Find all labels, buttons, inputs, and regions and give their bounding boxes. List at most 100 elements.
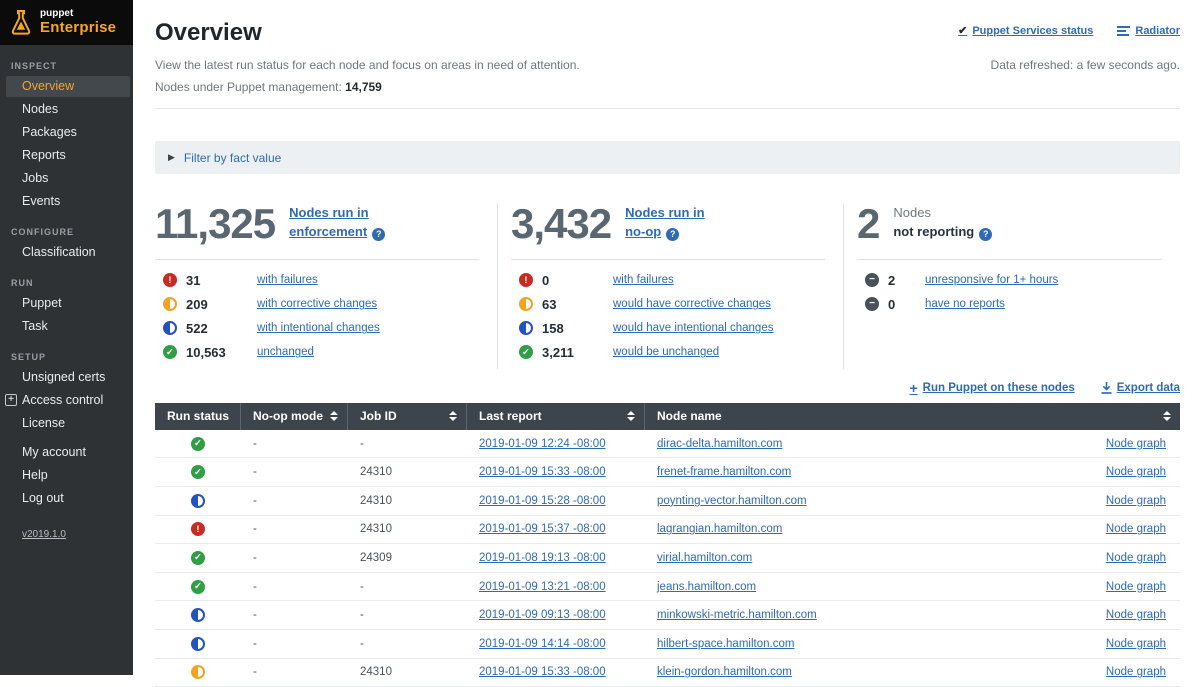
stat-breakdown-link[interactable]: would have corrective changes: [613, 298, 771, 310]
last-report-link[interactable]: 2019-01-09 15:28 -08:00: [479, 495, 606, 507]
stat-title-link[interactable]: no-op: [625, 224, 661, 239]
node-graph-link[interactable]: Node graph: [1106, 609, 1166, 621]
node-graph-link[interactable]: Node graph: [1106, 438, 1166, 450]
failure-status-icon: !: [163, 273, 177, 287]
column-header-last-report[interactable]: Last report: [467, 403, 645, 430]
sidebar-item-nodes[interactable]: + Nodes: [0, 99, 133, 120]
table-row: - - 2019-01-09 09:13 -08:00 minkowski-me…: [155, 601, 1180, 630]
node-name-link[interactable]: dirac-delta.hamilton.com: [657, 438, 782, 450]
filter-by-fact-toggle[interactable]: ▶ Filter by fact value: [155, 141, 1180, 174]
stat-title: Nodes run in enforcement?: [289, 204, 385, 242]
job-id-cell: 24309: [348, 552, 467, 564]
sidebar-section: RUN + Puppet + Task: [0, 265, 133, 337]
node-graph-link[interactable]: Node graph: [1106, 495, 1166, 507]
last-report-link[interactable]: 2019-01-09 15:33 -08:00: [479, 466, 606, 478]
sidebar-item-reports[interactable]: + Reports: [0, 145, 133, 166]
stat-breakdown-link[interactable]: unchanged: [257, 346, 314, 358]
sidebar-section: INSPECT + Overview + Nodes + Packages + …: [0, 48, 133, 212]
node-name-link[interactable]: klein-gordon.hamilton.com: [657, 666, 792, 678]
sidebar-item-access-control[interactable]: + Access control: [0, 390, 133, 411]
sidebar-item-jobs[interactable]: + Jobs: [0, 168, 133, 189]
stat-title-text: not reporting: [893, 224, 974, 239]
stat-breakdown-row: 158 would have intentional changes: [519, 321, 843, 336]
intentional-status-icon: [519, 321, 533, 335]
node-name-link[interactable]: virial.hamilton.com: [657, 552, 752, 564]
stat-block: 2 Nodesnot reporting? − 2 unresponsive f…: [843, 204, 1180, 369]
stat-breakdown-row: − 2 unresponsive for 1+ hours: [865, 273, 1180, 288]
sidebar-item-unsigned-certs[interactable]: + Unsigned certs: [0, 367, 133, 388]
node-name-link[interactable]: minkowski-metric.hamilton.com: [657, 609, 817, 621]
export-data-link[interactable]: Export data: [1101, 382, 1180, 394]
nodes-under-management: Nodes under Puppet management: 14,759: [155, 80, 1180, 94]
run-puppet-link[interactable]: + Run Puppet on these nodes: [909, 382, 1074, 394]
column-header-run-status: Run status: [155, 403, 241, 430]
node-graph-link[interactable]: Node graph: [1106, 581, 1166, 593]
node-name-link[interactable]: frenet-frame.hamilton.com: [657, 466, 791, 478]
node-graph-link[interactable]: Node graph: [1106, 466, 1166, 478]
last-report-link[interactable]: 2019-01-09 14:14 -08:00: [479, 638, 606, 650]
sort-icon[interactable]: [627, 411, 635, 421]
node-graph-link[interactable]: Node graph: [1106, 666, 1166, 678]
help-icon[interactable]: ?: [372, 228, 385, 241]
sidebar-item-events[interactable]: + Events: [0, 191, 133, 212]
sidebar-item-puppet[interactable]: + Puppet: [0, 293, 133, 314]
noop-mode-cell: -: [241, 438, 348, 450]
stat-breakdown-link[interactable]: with failures: [257, 274, 318, 286]
sidebar-item-label: Jobs: [22, 171, 48, 185]
stat-block: 3,432 Nodes run inno-op? ! 0 with failur…: [497, 204, 843, 369]
stat-title-link[interactable]: Nodes run in: [289, 205, 368, 220]
last-report-link[interactable]: 2019-01-08 19:13 -08:00: [479, 552, 606, 564]
sidebar-item-classification[interactable]: + Classification: [0, 242, 133, 263]
stat-breakdown-link[interactable]: with failures: [613, 274, 674, 286]
stat-count: 209: [186, 297, 248, 312]
puppet-services-status-link[interactable]: ✔ Puppet Services status: [958, 24, 1093, 37]
table-row: ✓ - - 2019-01-09 12:24 -08:00 dirac-delt…: [155, 430, 1180, 459]
last-report-link[interactable]: 2019-01-09 13:21 -08:00: [479, 581, 606, 593]
sort-icon[interactable]: [1163, 411, 1171, 421]
last-report-link[interactable]: 2019-01-09 09:13 -08:00: [479, 609, 606, 621]
table-header: Run status No-op mode Job ID Last report…: [155, 403, 1180, 430]
node-name-link[interactable]: jeans.hamilton.com: [657, 581, 756, 593]
last-report-link[interactable]: 2019-01-09 15:33 -08:00: [479, 666, 606, 678]
sort-icon[interactable]: [449, 411, 457, 421]
stat-breakdown-link[interactable]: would be unchanged: [613, 346, 719, 358]
node-name-link[interactable]: lagrangian.hamilton.com: [657, 523, 782, 535]
last-report-link[interactable]: 2019-01-09 12:24 -08:00: [479, 438, 606, 450]
column-header-job-id[interactable]: Job ID: [348, 403, 467, 430]
stat-breakdown-link[interactable]: unresponsive for 1+ hours: [925, 274, 1058, 286]
node-name-link[interactable]: poynting-vector.hamilton.com: [657, 495, 807, 507]
node-graph-link[interactable]: Node graph: [1106, 523, 1166, 535]
stat-breakdown-link[interactable]: have no reports: [925, 298, 1005, 310]
radiator-link[interactable]: Radiator: [1117, 25, 1180, 37]
sidebar-item-log-out[interactable]: + Log out: [0, 488, 133, 509]
node-graph-link[interactable]: Node graph: [1106, 638, 1166, 650]
last-report-link[interactable]: 2019-01-09 15:37 -08:00: [479, 523, 606, 535]
help-icon[interactable]: ?: [666, 228, 679, 241]
stat-breakdown-link[interactable]: with intentional changes: [257, 322, 380, 334]
stat-breakdown-link[interactable]: with corrective changes: [257, 298, 377, 310]
sidebar-item-license[interactable]: + License: [0, 413, 133, 434]
node-name-link[interactable]: hilbert-space.hamilton.com: [657, 638, 794, 650]
sidebar-item-overview[interactable]: + Overview: [6, 76, 130, 97]
radiator-icon: [1117, 26, 1130, 36]
sidebar-item-packages[interactable]: + Packages: [0, 122, 133, 143]
sidebar-item-my-account[interactable]: + My account: [0, 442, 133, 463]
sort-icon[interactable]: [330, 411, 338, 421]
stat-value: 2: [857, 204, 879, 244]
stat-count: 31: [186, 273, 248, 288]
plus-square-icon: +: [5, 394, 17, 406]
plus-icon: +: [909, 383, 917, 393]
column-header-no-op-mode[interactable]: No-op mode: [241, 403, 348, 430]
version-link[interactable]: v2019.1.0: [0, 511, 133, 540]
column-header-node-name[interactable]: Node name: [645, 403, 1180, 430]
caret-right-icon: ▶: [168, 152, 175, 163]
stat-title-link[interactable]: enforcement: [289, 224, 367, 239]
node-graph-link[interactable]: Node graph: [1106, 552, 1166, 564]
sidebar-item-label: Unsigned certs: [22, 370, 105, 384]
stat-title-link[interactable]: Nodes run in: [625, 205, 704, 220]
sidebar-item-label: Reports: [22, 148, 66, 162]
sidebar-item-help[interactable]: + Help: [0, 465, 133, 486]
sidebar-item-task[interactable]: + Task: [0, 316, 133, 337]
stat-breakdown-link[interactable]: would have intentional changes: [613, 322, 773, 334]
help-icon[interactable]: ?: [979, 228, 992, 241]
